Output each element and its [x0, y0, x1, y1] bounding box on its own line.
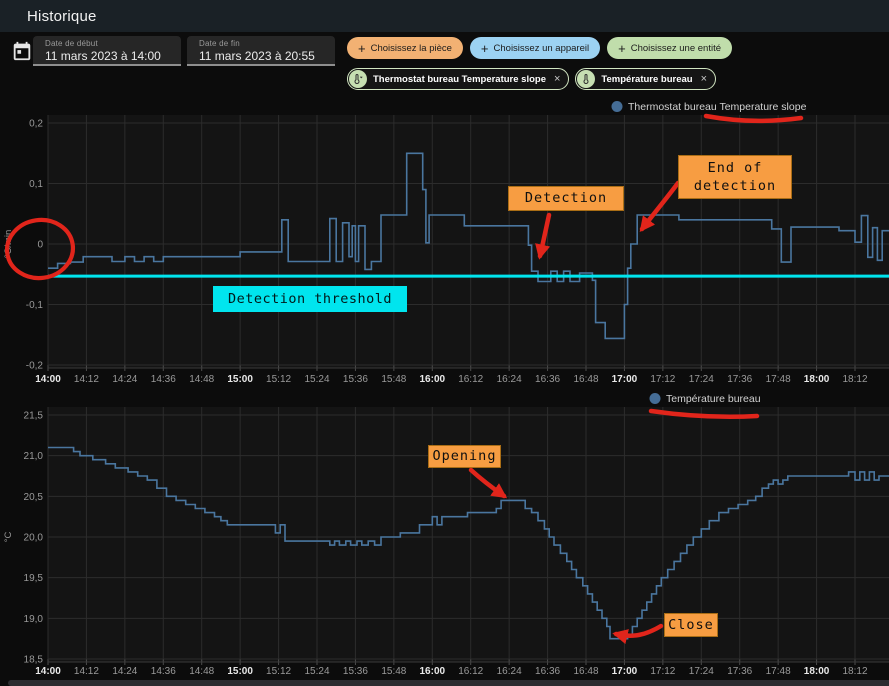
x-tick-label: 17:24 [689, 666, 714, 677]
y-tick-label: 19,5 [24, 573, 44, 584]
x-tick-label: 15:00 [227, 666, 253, 677]
temperature-chart[interactable]: 14:00 14:12 14:24 14:36 14:48 15:00 15:12 15:24… [0, 0, 889, 686]
horizontal-scrollbar[interactable] [8, 680, 889, 686]
y-axis-unit-label: °C [3, 532, 14, 543]
x-tick-label: 15:48 [381, 666, 406, 677]
x-tick-label: 18:12 [842, 666, 867, 677]
x-tick-label: 17:48 [766, 666, 791, 677]
x-tick-label: 18:00 [804, 666, 830, 677]
x-tick-label: 15:12 [266, 666, 291, 677]
history-page: Historique Date de début 11 mars 2023 à … [0, 0, 889, 686]
x-tick-label: 14:12 [74, 666, 99, 677]
y-tick-label: 21,5 [24, 411, 44, 422]
close-label: Close [664, 613, 718, 637]
y-tick-label: 19,0 [24, 614, 44, 625]
x-tick-label: 16:36 [535, 666, 560, 677]
detection-label: Detection [508, 186, 624, 211]
x-tick-label: 16:12 [458, 666, 483, 677]
opening-label: Opening [428, 445, 501, 468]
x-tick-label: 14:36 [151, 666, 176, 677]
x-tick-label: 17:36 [727, 666, 752, 677]
x-tick-label: 16:24 [497, 666, 522, 677]
x-tick-label: 14:00 [35, 666, 61, 677]
legend-label[interactable]: Température bureau [666, 393, 761, 405]
x-tick-label: 16:00 [419, 666, 445, 677]
x-tick-label: 16:48 [573, 666, 598, 677]
detection-threshold-label: Detection threshold [213, 286, 407, 312]
x-tick-label: 14:48 [189, 666, 214, 677]
y-tick-label: 18,5 [24, 655, 44, 666]
end-of-detection-label: End of detection [678, 155, 792, 199]
legend-dot [650, 393, 661, 404]
y-tick-label: 20,5 [24, 492, 44, 503]
x-tick-label: 17:00 [612, 666, 638, 677]
y-tick-label: 20,0 [24, 533, 44, 544]
x-tick-label: 15:36 [343, 666, 368, 677]
x-tick-label: 17:12 [650, 666, 675, 677]
x-tick-label: 14:24 [112, 666, 137, 677]
x-tick-label: 15:24 [304, 666, 329, 677]
y-tick-label: 21,0 [24, 451, 44, 462]
